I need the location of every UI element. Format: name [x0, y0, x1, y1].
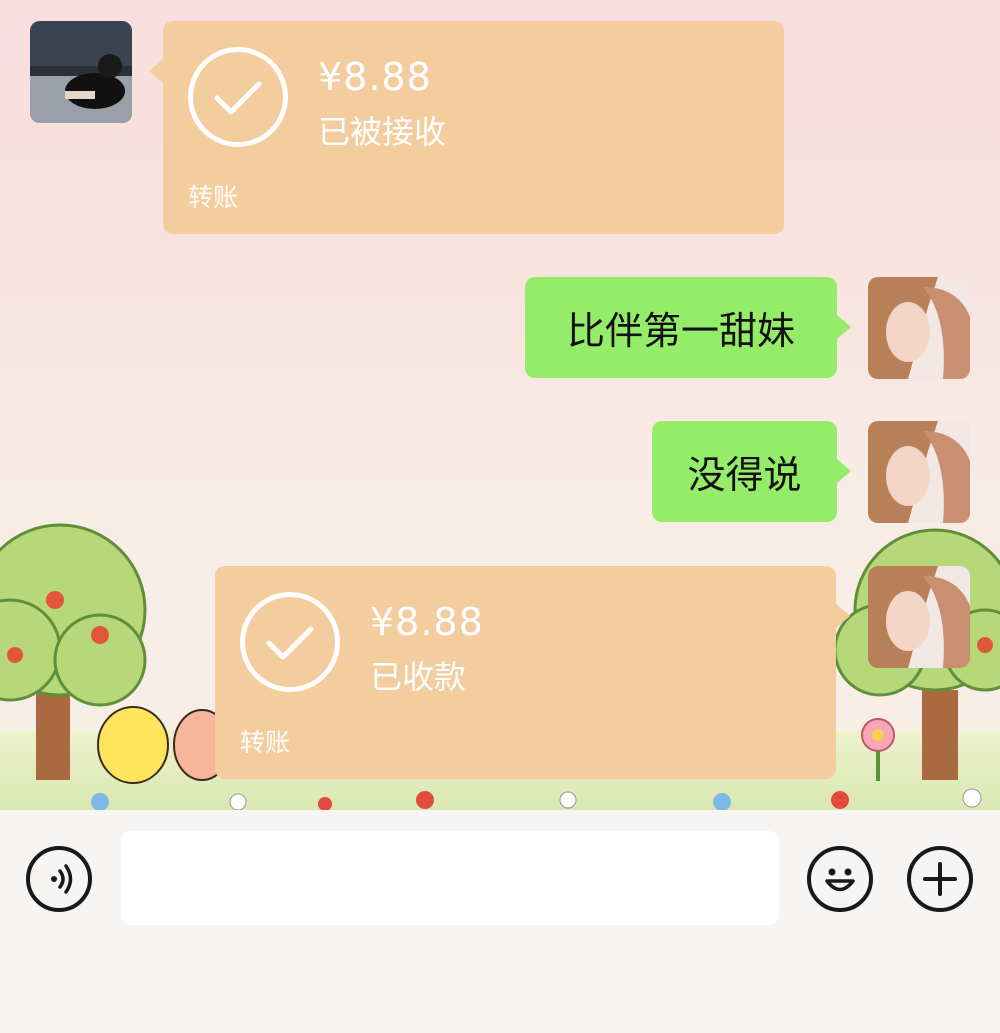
emoji-icon: [825, 868, 855, 892]
chat-area[interactable]: ¥8.88 已被接收 转账 比伴第一甜妹 没得说 ¥8.88 已收款 转账: [0, 0, 1000, 810]
transfer-card-received[interactable]: ¥8.88 已被接收 转账: [149, 21, 784, 234]
input-bar: [0, 810, 1000, 1033]
plus-icon: [923, 862, 957, 896]
self-avatar[interactable]: [868, 277, 970, 379]
transfer-label: 转账: [240, 728, 291, 757]
transfer-status: 已收款: [370, 658, 467, 696]
self-avatar[interactable]: [868, 421, 970, 523]
check-icon: [240, 592, 340, 692]
message-bubble-outgoing[interactable]: 比伴第一甜妹: [525, 277, 851, 378]
contact-avatar[interactable]: [30, 21, 132, 123]
transfer-status: 已被接收: [318, 113, 447, 151]
self-avatar[interactable]: [868, 566, 970, 668]
more-button[interactable]: [907, 846, 973, 912]
voice-icon: [51, 864, 73, 894]
voice-button[interactable]: [26, 846, 92, 912]
transfer-label: 转账: [188, 183, 239, 212]
emoji-button[interactable]: [807, 846, 873, 912]
transfer-card-sent[interactable]: ¥8.88 已收款 转账: [215, 566, 850, 779]
transfer-amount: ¥8.88: [318, 55, 432, 99]
transfer-amount: ¥8.88: [370, 600, 484, 644]
message-input[interactable]: [121, 831, 779, 925]
check-icon: [188, 47, 288, 147]
message-bubble-outgoing[interactable]: 没得说: [652, 421, 851, 522]
